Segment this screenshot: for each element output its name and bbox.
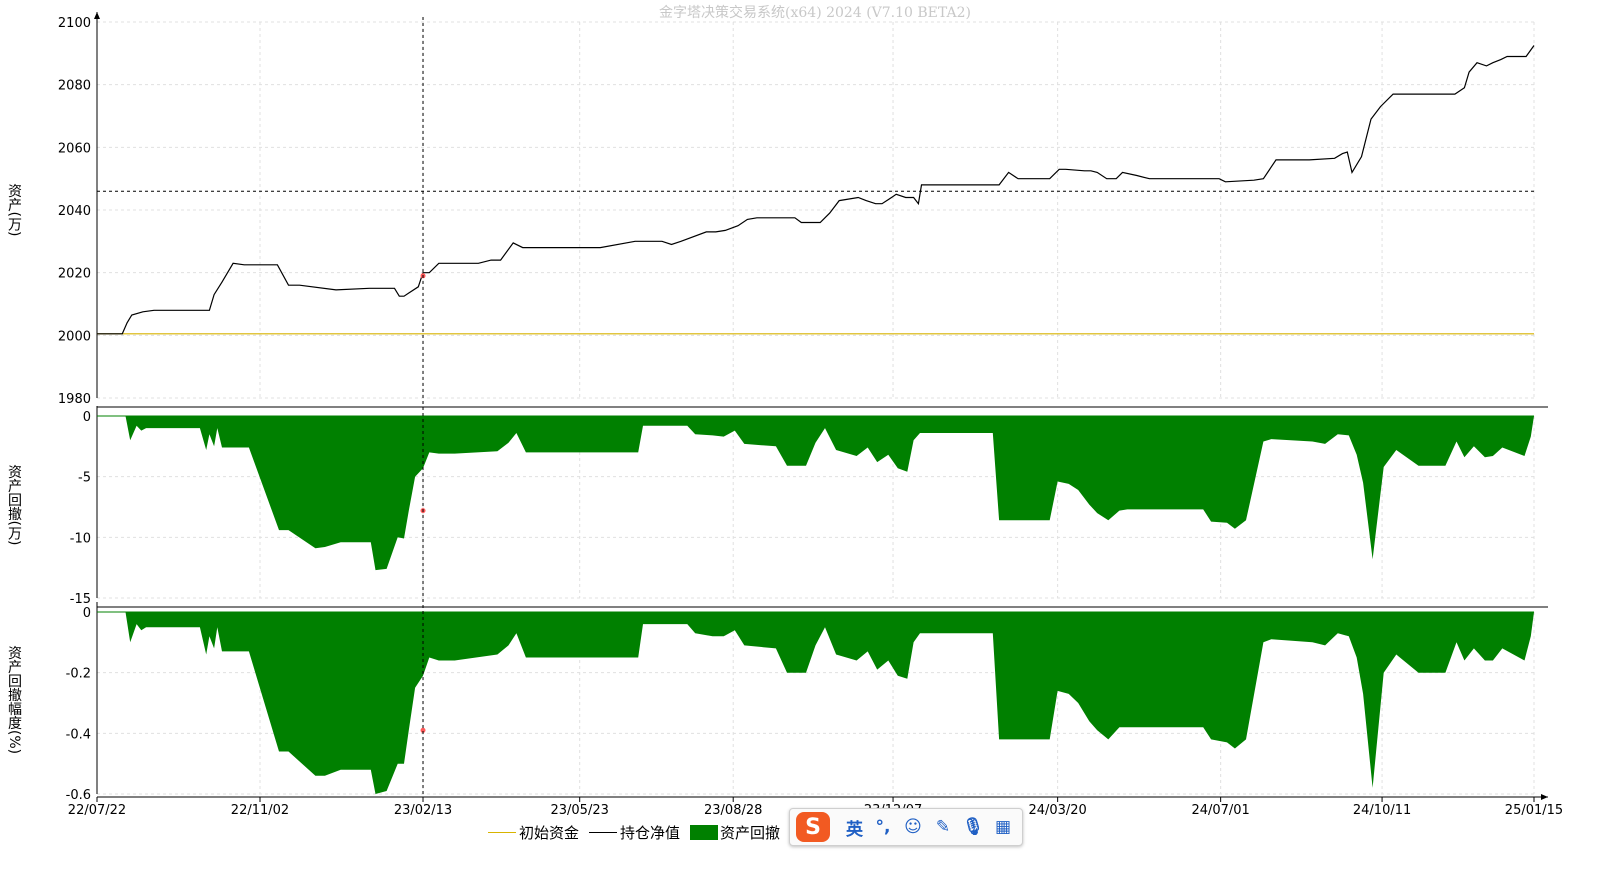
legend-swatch-initial [488, 832, 516, 833]
y-axis-title: 资产回撤(万) [6, 465, 22, 546]
y-tick-label: 1980 [58, 392, 91, 407]
y-tick-label: 2100 [58, 16, 91, 31]
x-tick-label: 24/10/11 [1353, 803, 1411, 818]
x-tick-label: 24/03/20 [1028, 803, 1086, 818]
y-axis-title: 资产(万) [6, 184, 22, 237]
drawdown-pct-panel: 0 -0.2 -0.4 -0.6 资产回撤幅度(%) [6, 602, 1535, 803]
y-tick-label: -0.2 [66, 667, 91, 682]
pen-icon[interactable]: ✎ [933, 817, 953, 837]
y-tick-label: 2080 [58, 79, 91, 94]
ime-logo-icon[interactable]: S [796, 812, 830, 842]
drawdown-panel: 0 -5 -10 -15 资产回撤(万) [6, 406, 1548, 608]
ime-mode-toggle[interactable]: 英 [846, 815, 863, 840]
x-tick-label: 23/05/23 [550, 803, 608, 818]
legend: 初始资金 持仓净值 资产回撤 [488, 822, 790, 843]
y-tick-label: -0.6 [66, 788, 91, 803]
legend-label-initial-capital: 初始资金 [519, 824, 580, 842]
y-tick-label: 0 [83, 606, 91, 621]
y-tick-label: 2000 [58, 329, 91, 344]
drawdown-area [97, 416, 1534, 571]
y-tick-label: 2040 [58, 204, 91, 219]
position-value-line [97, 45, 1535, 335]
legend-label-asset-drawdown: 资产回撤 [720, 824, 781, 842]
y-axis-arrow [94, 12, 100, 19]
asset-panel: 2100 2080 2060 2040 2020 2000 1980 资产(万) [6, 12, 1548, 408]
drawdown-area [97, 612, 1534, 794]
y-tick-label: -5 [78, 471, 91, 486]
x-axis-arrow [1541, 794, 1548, 800]
y-tick-label: 2060 [58, 141, 91, 156]
x-tick-label: 23/02/13 [394, 803, 452, 818]
legend-item-position-value: 持仓净值 [589, 822, 680, 843]
legend-swatch-value [589, 832, 618, 833]
punctuation-icon[interactable]: °, [873, 817, 893, 837]
y-tick-label: -10 [70, 531, 91, 546]
y-tick-label: -0.4 [66, 727, 91, 742]
legend-item-initial-capital: 初始资金 [488, 822, 579, 843]
toolbox-icon[interactable]: ▦ [993, 817, 1013, 837]
microphone-icon[interactable]: 🎙 [962, 817, 984, 837]
y-tick-label: 2020 [58, 267, 91, 282]
ime-toolbar[interactable]: S 英 °, ☺ ✎ 🎙 ▦ [789, 808, 1023, 846]
x-tick-label: 22/07/22 [68, 803, 126, 818]
x-tick-label: 22/11/02 [231, 803, 289, 818]
y-axis-title: 资产回撤幅度(%) [6, 646, 22, 754]
emoji-icon[interactable]: ☺ [903, 817, 923, 837]
y-tick-label: -15 [70, 592, 91, 607]
chart-canvas: 金字塔决策交易系统(x64) 2024 (V7.10 BETA2) 2100 20… [6, 4, 1563, 818]
window-title: 金字塔决策交易系统(x64) 2024 (V7.10 BETA2) [659, 4, 971, 21]
chart-panels: 2100 2080 2060 2040 2020 2000 1980 资产(万) 0 -5 -10 -… [6, 12, 1548, 803]
x-tick-label: 23/08/28 [704, 803, 762, 818]
x-tick-label: 24/07/01 [1191, 803, 1249, 818]
x-tick-label: 25/01/15 [1505, 803, 1563, 818]
legend-item-asset-drawdown: 资产回撤 [690, 822, 780, 843]
y-tick-label: 0 [83, 410, 91, 425]
legend-swatch-drawdown [690, 825, 719, 840]
legend-label-position-value: 持仓净值 [620, 824, 681, 842]
